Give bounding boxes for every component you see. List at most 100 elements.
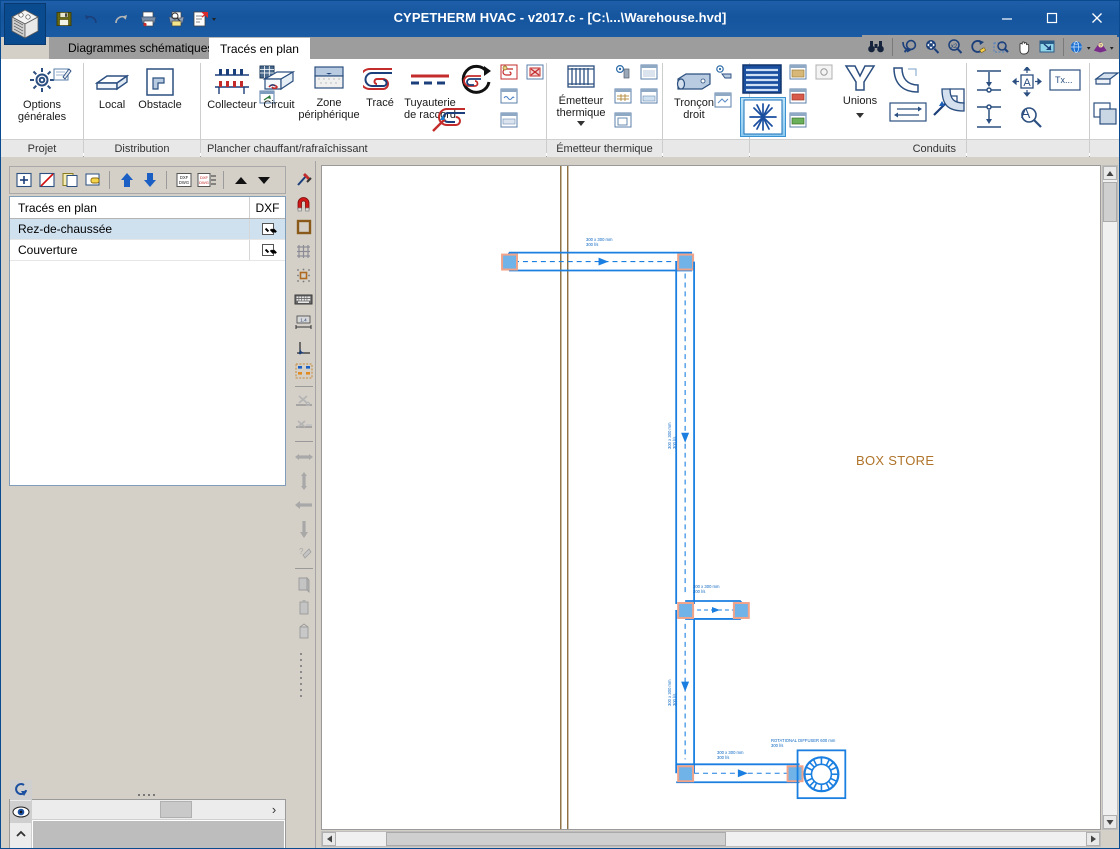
text-zoom-icon[interactable]: A [1011,101,1045,131]
scroll-right-icon[interactable]: › [266,801,282,818]
app-icon[interactable] [4,3,46,45]
undo-icon[interactable] [79,6,105,32]
chevron-down-icon[interactable] [854,111,866,119]
angle-icon[interactable] [293,335,315,359]
layer-2-icon[interactable] [293,596,315,620]
duct-settings-icon[interactable] [713,64,735,86]
unions-button[interactable]: Unions [832,63,888,119]
delete-plan-icon[interactable] [82,170,103,191]
duct-import-icon[interactable] [713,91,735,113]
emetteur-thermique-button[interactable]: Émetteur thermique [549,63,613,127]
keyboard-entry-icon[interactable] [293,287,315,311]
redraw-icon[interactable] [967,36,989,58]
visibility-eye-icon[interactable] [10,801,32,823]
print-icon[interactable] [135,6,161,32]
tab-diagrammes-schematiques[interactable]: Diagrammes schématiques [57,37,225,59]
fullscreen-icon[interactable] [1036,36,1058,58]
plan-canvas[interactable]: BOX STORE 300 x 300 mm 300 l/s 300 x 300… [321,165,1101,830]
vscroll-thumb[interactable] [1103,182,1117,222]
grid-icon[interactable] [293,239,315,263]
snap-point-icon[interactable] [293,263,315,287]
dxf-checkbox[interactable] [261,223,274,235]
zone-peripherique-button[interactable]: Zone périphérique [298,65,360,121]
selection-box-icon[interactable] [293,359,315,383]
chevron-down-icon[interactable] [575,119,587,127]
panel-splitter[interactable] [1,791,291,799]
wizard-spiral-icon[interactable] [431,101,471,139]
expand-down-icon[interactable] [253,170,274,191]
emitter-table-icon[interactable] [613,87,635,109]
erase-3d-icon[interactable] [1092,67,1119,93]
grille-icon[interactable] [740,63,786,97]
hscroll-thumb[interactable] [386,832,726,846]
preview-3d-canvas[interactable] [33,821,284,848]
emitter-list-icon[interactable] [639,63,661,85]
help-book-icon[interactable]: ? [1092,36,1114,58]
edit-plan-icon[interactable] [36,170,57,191]
copy-plan-icon[interactable] [59,170,80,191]
redo-icon[interactable] [107,6,133,32]
add-plan-icon[interactable] [13,170,34,191]
arrow-down-icon[interactable] [293,517,315,541]
snap-tools-icon[interactable] [293,167,315,191]
export-icon[interactable] [191,6,217,32]
scroll-up-icon[interactable] [10,826,32,842]
layer-3-icon[interactable] [293,620,315,644]
scroll-down-button[interactable] [1103,815,1117,829]
binoculars-icon[interactable] [865,36,887,58]
rotate-spiral-icon[interactable] [457,64,495,102]
maximize-button[interactable] [1029,1,1074,35]
canvas-hscrollbar[interactable] [321,831,1101,847]
obstacle-button[interactable]: Obstacle [132,67,188,111]
emitter-settings-icon[interactable] [613,63,635,85]
dxf-checkbox[interactable] [261,244,274,256]
report-circuits-icon[interactable] [499,111,521,133]
local-button[interactable]: Local [86,67,138,111]
circuit-button[interactable]: Circuit [256,67,302,111]
scroll-left-button[interactable] [322,832,336,846]
zoom-extents-icon[interactable] [921,36,943,58]
delete-circuit-icon[interactable] [525,63,547,85]
tab-traces-en-plan[interactable]: Tracés en plan [209,37,310,59]
dim-offset-icon[interactable] [973,101,1005,131]
print-preview-icon[interactable] [163,6,189,32]
trim-icon[interactable] [293,414,315,438]
layer-1-icon[interactable] [293,572,315,596]
text-move-icon[interactable]: A [1011,66,1043,97]
arrow-left-icon[interactable] [293,493,315,517]
union-bend-icon[interactable] [890,65,924,97]
dxf-checkbox-cell[interactable] [249,219,285,239]
dim-vertical-icon[interactable] [973,67,1005,97]
collecteur-button[interactable]: Collecteur [201,67,263,111]
cut-icon[interactable] [293,390,315,414]
emitter-panel-icon[interactable] [639,87,661,109]
dimension-value-icon[interactable]: 1.4 [293,311,315,335]
canvas-vscrollbar[interactable] [1102,165,1118,830]
scroll-right-button[interactable] [1086,832,1100,846]
copy-circuit-icon[interactable] [499,63,521,85]
emitter-copy-icon[interactable] [613,111,635,133]
zoom-window-icon[interactable] [898,36,920,58]
pan-hand-icon[interactable] [1013,36,1035,58]
text-style-icon[interactable]: Tx... [1049,69,1081,91]
dxf-icon[interactable]: DXF DWG [173,170,194,191]
move-up-icon[interactable] [116,170,137,191]
table-row[interactable]: Rez-de-chaussée [10,219,285,240]
save-icon[interactable] [51,6,77,32]
zoom-previous-icon[interactable]: x2 [944,36,966,58]
copy-plan-icon[interactable] [1092,101,1119,129]
union-swap-icon[interactable] [888,101,928,123]
close-button[interactable] [1074,1,1119,35]
globe-icon[interactable] [1069,36,1091,58]
zoom-select-icon[interactable] [990,36,1012,58]
minimize-button[interactable] [984,1,1029,35]
magnet-snap-icon[interactable] [293,191,315,215]
table-row[interactable]: Couverture [10,240,285,261]
trace-button[interactable]: Tracé [356,65,404,109]
snap-rectangle-icon[interactable] [293,215,315,239]
duct-green-icon[interactable] [788,111,810,133]
edit-plan-icon[interactable] [53,65,75,87]
move-vertical-icon[interactable] [293,469,315,493]
dxf-checkbox-cell[interactable] [249,240,285,260]
dxf-manage-icon[interactable]: DXF DWG [196,170,217,191]
